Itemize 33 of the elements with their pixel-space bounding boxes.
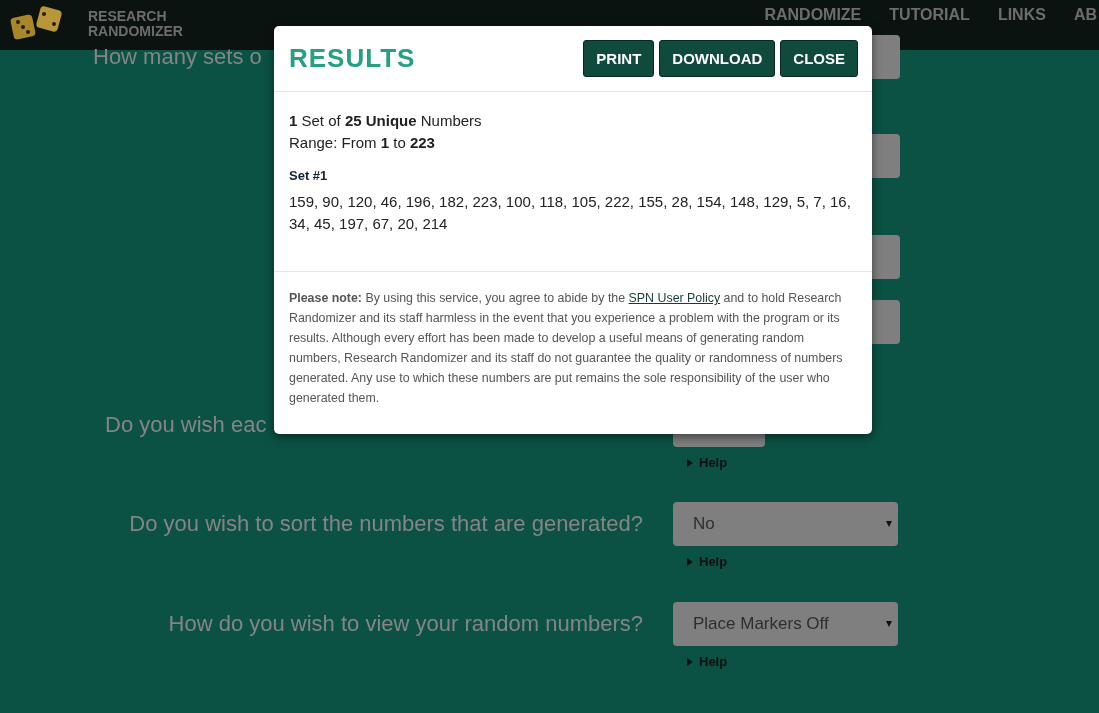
nav-link[interactable]: AB [1073,6,1097,24]
input-field[interactable] [872,300,900,344]
number-list: 159, 90, 120, 46, 196, 182, 223, 100, 118, 105, 222, 155, 28, 154, 148, 129, 5, 7, 16, 34, 45, 197, 67, 20, 214 [289,191,857,235]
set-title: Set #1 [289,168,329,183]
input-field[interactable] [872,35,900,79]
question-label: Do you wish to sort the numbers that are generated? [129,511,643,536]
input-field[interactable] [872,235,900,279]
nav-link[interactable]: LINKS [997,6,1046,24]
dropdown-arrow-icon [886,521,892,527]
question-label: How do you wish to view your random numbers? [168,611,643,636]
dialog-button[interactable]: CLOSE [780,40,858,77]
disclaimer-text: Please note: By using this service, you agree to abide by the SPN User Policy and to hold Research Randomizer and its staff harmless in the event that you experience a problem with the program or its results. Although every effort has been made to develop a useful means of generating random numbers, Research Randomizer and its staff do not guarantee the quality or randomness of numbers generated. Any use to which these numbers are put remains the sole responsibility of the user who generated them. [289,290,844,407]
policy-link[interactable]: SPN User Policy [628,291,721,305]
nav-link[interactable]: RANDOMIZE [764,6,862,24]
dialog-title: RESULTS [289,43,416,74]
triangle-icon [687,458,693,467]
dialog-button[interactable]: DOWNLOAD [659,40,776,77]
dialog-button[interactable]: PRINT [583,40,655,77]
nav-link[interactable]: TUTORIAL [889,6,970,24]
help-toggle[interactable]: Help [673,654,728,669]
dropdown-arrow-icon [886,621,892,627]
input-field[interactable] [872,134,900,178]
select-field[interactable]: No [673,502,898,546]
question-label: How many sets o [93,44,262,69]
summary-line: Range: From 1 to 223 [289,133,436,153]
site-logo-text[interactable]: RESEARCH RANDOMIZER [88,9,183,39]
triangle-icon [687,557,693,566]
question-label: Do you wish eac [105,412,267,437]
help-toggle[interactable]: Help [673,455,728,470]
summary-line: 1 Set of 25 Unique Numbers [289,111,483,131]
help-toggle[interactable]: Help [673,554,728,569]
select-field[interactable]: Place Markers Off [673,602,898,646]
triangle-icon [687,657,693,666]
